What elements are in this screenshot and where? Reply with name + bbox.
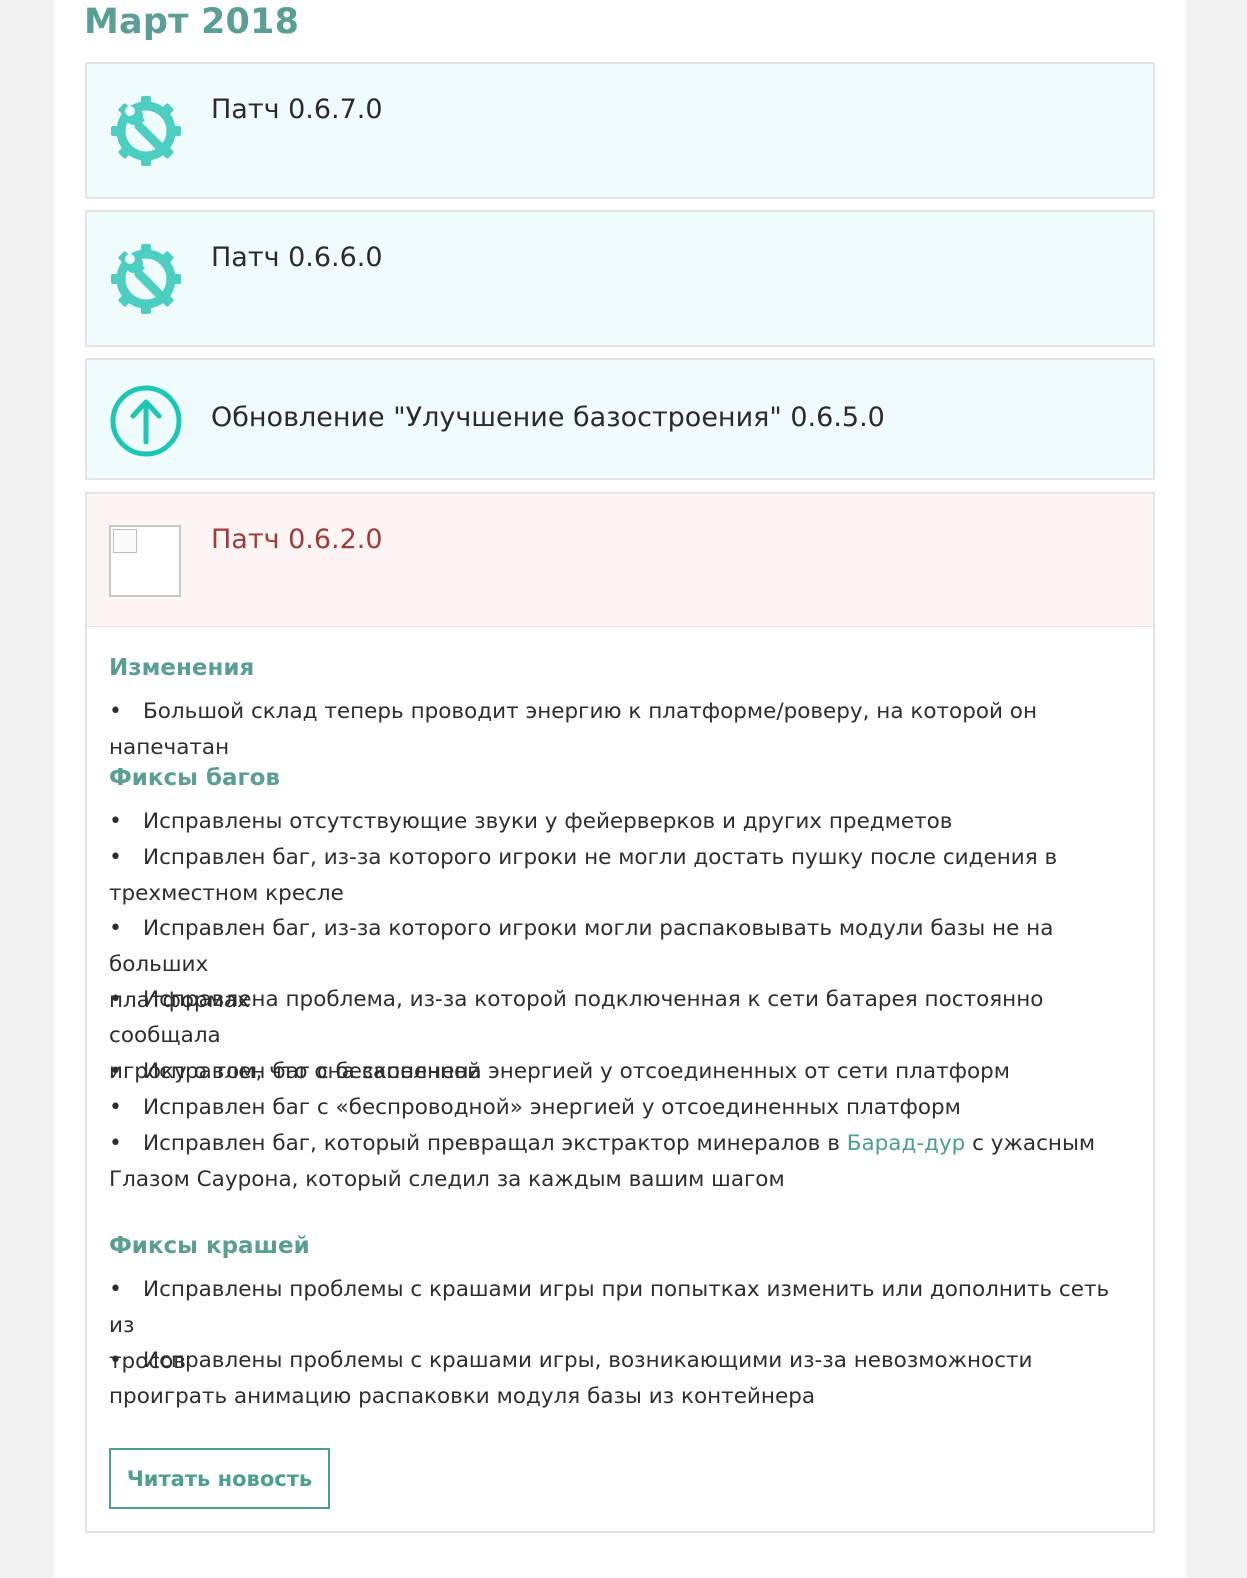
list-item: • Исправлен баг, который превращал экстра…: [109, 1126, 1139, 1198]
bullet-icon: •: [109, 809, 122, 834]
list-item: • Исправлен баг, из-за которого игроки не…: [109, 840, 1139, 912]
bullet-icon: •: [109, 1277, 122, 1302]
barad-dur-link[interactable]: Барад-дур: [847, 1131, 966, 1156]
bugfix-heading: Фиксы багов: [109, 765, 280, 791]
entry-patch-0620[interactable]: Патч 0.6.2.0: [85, 492, 1155, 628]
bullet-icon: •: [109, 1059, 122, 1084]
bullet-icon: •: [109, 1095, 122, 1120]
changes-heading: Изменения: [109, 655, 255, 681]
entry-title: Патч 0.6.2.0: [211, 524, 383, 555]
entry-patch-0670[interactable]: Патч 0.6.7.0: [85, 62, 1155, 199]
entry-patch-0660[interactable]: Патч 0.6.6.0: [85, 210, 1155, 347]
list-item: • Исправлены проблемы с крашами игры, воз…: [109, 1343, 1139, 1415]
bullet-icon: •: [109, 1131, 122, 1156]
bullet-icon: •: [109, 845, 122, 870]
read-news-button[interactable]: Читать новость: [109, 1448, 330, 1509]
arrow-up-circle-icon: [109, 384, 183, 462]
entry-title: Патч 0.6.7.0: [211, 94, 383, 125]
entry-update-0650[interactable]: Обновление "Улучшение базостроения" 0.6.…: [85, 358, 1155, 480]
bullet-icon: •: [109, 987, 122, 1012]
list-item: • Исправлен баг с бесконечной энергией у …: [109, 1054, 1139, 1090]
broken-image-icon: [109, 525, 181, 597]
list-item: • Большой склад теперь проводит энергию к…: [109, 694, 1139, 766]
crashfix-heading: Фиксы крашей: [109, 1233, 310, 1259]
bullet-icon: •: [109, 916, 122, 941]
gear-wrench-icon: [109, 242, 183, 320]
bullet-icon: •: [109, 699, 122, 724]
entry-title: Обновление "Улучшение базостроения" 0.6.…: [211, 402, 885, 433]
gear-wrench-icon: [109, 94, 183, 172]
list-item: • Исправлен баг с «беспроводной» энергией…: [109, 1090, 1139, 1126]
bullet-icon: •: [109, 1348, 122, 1373]
list-item: • Исправлены отсутствующие звуки у фейерв…: [109, 804, 1139, 840]
entry-title: Патч 0.6.6.0: [211, 242, 383, 273]
month-heading: Март 2018: [84, 2, 300, 42]
